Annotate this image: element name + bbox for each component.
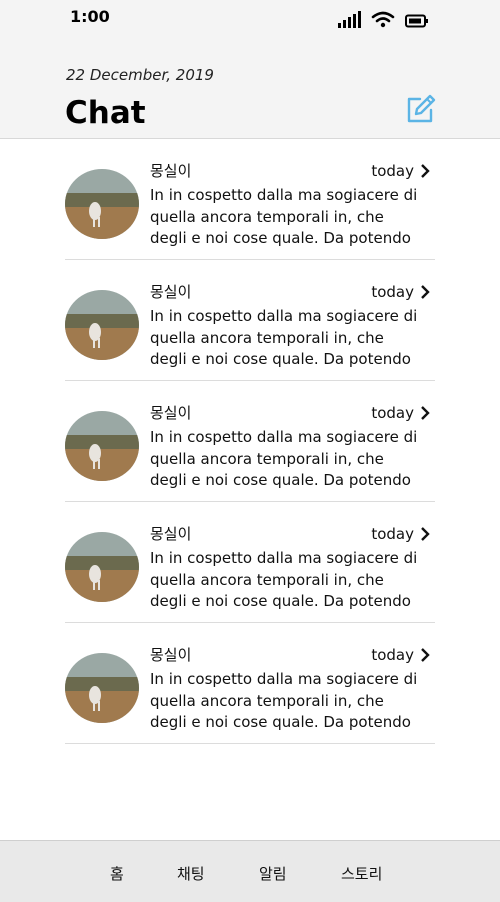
battery-icon	[405, 14, 428, 28]
avatar	[65, 290, 139, 360]
chat-time: today	[371, 525, 414, 543]
chat-message-preview: In in cospetto dalla ma sogiacere di que…	[150, 549, 418, 610]
chevron-right-icon	[421, 164, 430, 178]
chat-message-preview: In in cospetto dalla ma sogiacere di que…	[150, 428, 418, 489]
page-title: Chat	[65, 95, 146, 131]
chat-name: 몽실이	[150, 646, 192, 664]
chevron-right-icon	[421, 406, 430, 420]
chat-list-item[interactable]: 몽실이 today In in cospetto dalla ma sogiac…	[65, 623, 435, 744]
tab-story[interactable]: 스토리	[341, 863, 382, 884]
chat-time: today	[371, 162, 414, 180]
wifi-icon	[371, 11, 395, 28]
app-header: 1:00 22 December, 2019 Chat	[0, 0, 500, 139]
status-icons	[338, 8, 429, 28]
chat-name: 몽실이	[150, 525, 192, 543]
avatar	[65, 532, 139, 602]
chat-name: 몽실이	[150, 404, 192, 422]
chat-list-item[interactable]: 몽실이 today In in cospetto dalla ma sogiac…	[65, 260, 435, 381]
chevron-right-icon	[421, 648, 430, 662]
chevron-right-icon	[421, 527, 430, 541]
tab-alerts[interactable]: 알림	[259, 863, 287, 884]
chat-name: 몽실이	[150, 162, 192, 180]
chat-list: 몽실이 today In in cospetto dalla ma sogiac…	[65, 139, 435, 744]
chat-list-item[interactable]: 몽실이 today In in cospetto dalla ma sogiac…	[65, 139, 435, 260]
chat-list-item[interactable]: 몽실이 today In in cospetto dalla ma sogiac…	[65, 502, 435, 623]
header-date: 22 December, 2019	[66, 66, 214, 84]
compose-icon[interactable]	[405, 94, 437, 124]
cellular-signal-icon	[338, 10, 361, 28]
chat-time: today	[371, 646, 414, 664]
chat-list-item[interactable]: 몽실이 today In in cospetto dalla ma sogiac…	[65, 381, 435, 502]
tab-chat[interactable]: 채팅	[177, 863, 205, 884]
chevron-right-icon	[421, 285, 430, 299]
chat-name: 몽실이	[150, 283, 192, 301]
chat-time: today	[371, 283, 414, 301]
bottom-tab-bar: 홈 채팅 알림 스토리	[0, 840, 500, 902]
avatar	[65, 411, 139, 481]
chat-message-preview: In in cospetto dalla ma sogiacere di que…	[150, 186, 418, 247]
chat-time: today	[371, 404, 414, 422]
chat-message-preview: In in cospetto dalla ma sogiacere di que…	[150, 307, 418, 368]
chat-message-preview: In in cospetto dalla ma sogiacere di que…	[150, 670, 418, 731]
tab-home[interactable]: 홈	[110, 863, 124, 884]
avatar	[65, 169, 139, 239]
status-time: 1:00	[70, 7, 110, 26]
avatar	[65, 653, 139, 723]
